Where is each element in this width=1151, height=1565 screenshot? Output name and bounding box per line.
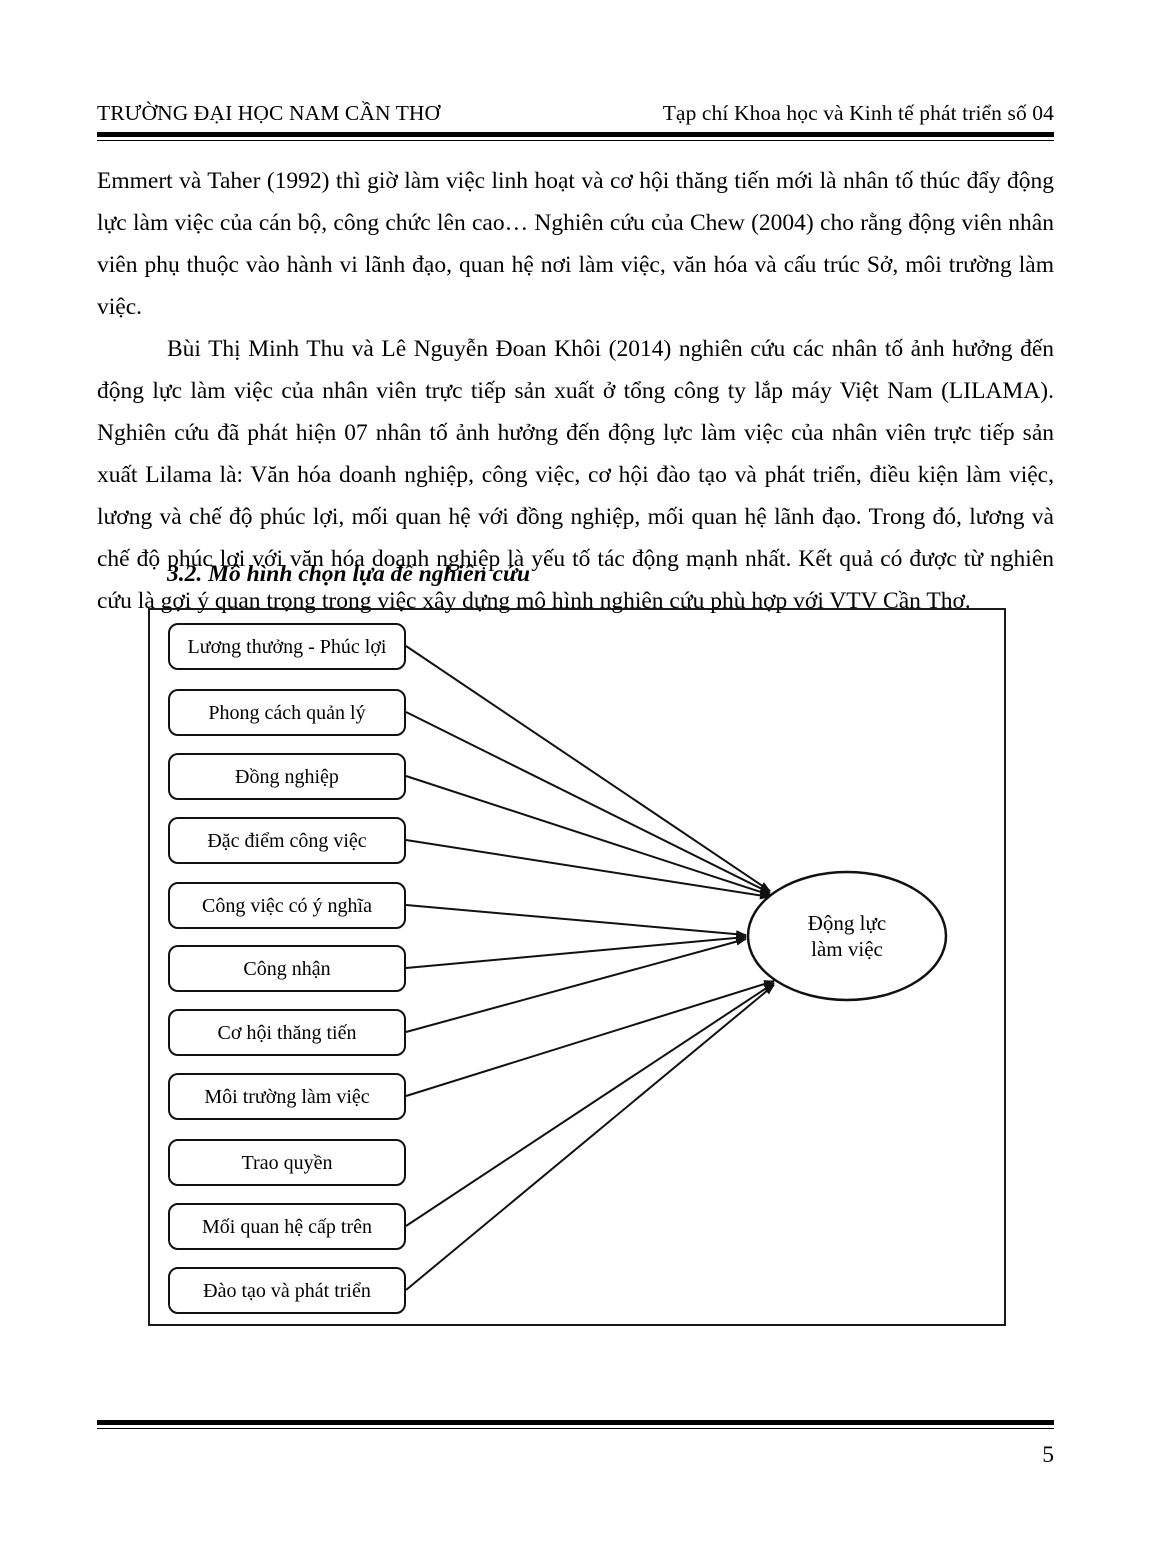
- factor-box-8[interactable]: Môi trường làm việc: [168, 1073, 406, 1120]
- arrow-from-factor-3: [405, 775, 771, 896]
- factor-label-3: Đồng nghiệp: [235, 765, 339, 788]
- factor-box-7[interactable]: Cơ hội thăng tiến: [168, 1009, 406, 1056]
- footer-rule-thick: [97, 1420, 1054, 1425]
- factor-box-4[interactable]: Đặc điểm công việc: [168, 817, 406, 864]
- arrow-from-factor-8: [405, 980, 775, 1097]
- header-rule-thin: [97, 140, 1054, 141]
- factor-label-11: Đào tạo và phát triển: [203, 1279, 371, 1302]
- running-header: TRƯỜNG ĐẠI HỌC NAM CẦN THƠ Tạp chí Khoa …: [97, 101, 1054, 126]
- target-label-line-1: Động lực: [807, 910, 887, 935]
- target-ellipse-label: Động lực làm việc: [748, 872, 946, 1000]
- header-rule: [97, 132, 1054, 141]
- footer-rule-thin: [97, 1428, 1054, 1429]
- factor-label-9: Trao quyền: [241, 1151, 333, 1174]
- arrow-from-factor-5: [405, 904, 747, 939]
- factor-label-8: Môi trường làm việc: [204, 1085, 370, 1108]
- document-page: TRƯỜNG ĐẠI HỌC NAM CẦN THƠ Tạp chí Khoa …: [0, 0, 1151, 1565]
- factor-label-5: Công việc có ý nghĩa: [202, 894, 372, 917]
- factor-label-1: Lương thưởng - Phúc lợi: [187, 635, 387, 658]
- arrow-from-factor-1: [405, 645, 771, 892]
- header-institution: TRƯỜNG ĐẠI HỌC NAM CẦN THƠ: [97, 101, 441, 125]
- arrow-from-factor-4: [405, 839, 771, 900]
- section-heading: 3.2. Mô hình chọn lựa để nghiên cứu: [167, 561, 531, 587]
- research-model-diagram: Lương thưởng - Phúc lợi Phong cách quản …: [148, 608, 1006, 1326]
- factor-box-11[interactable]: Đào tạo và phát triển: [168, 1267, 406, 1314]
- factor-label-7: Cơ hội thăng tiến: [217, 1021, 357, 1044]
- factor-box-2[interactable]: Phong cách quản lý: [168, 689, 406, 736]
- arrow-from-factor-10: [405, 982, 775, 1227]
- factor-label-4: Đặc điểm công việc: [207, 829, 367, 852]
- header-rule-thick: [97, 132, 1054, 137]
- body-text: Emmert và Taher (1992) thì giờ làm việc …: [97, 160, 1054, 622]
- arrow-from-factor-11: [405, 984, 775, 1291]
- arrow-from-factor-2: [405, 711, 771, 894]
- arrow-group: [405, 645, 775, 1291]
- factor-box-9[interactable]: Trao quyền: [168, 1139, 406, 1186]
- paragraph-1: Emmert và Taher (1992) thì giờ làm việc …: [97, 168, 1054, 320]
- header-journal: Tạp chí Khoa học và Kinh tế phát triển s…: [662, 101, 1054, 125]
- factor-box-6[interactable]: Công nhận: [168, 945, 406, 992]
- factor-box-3[interactable]: Đồng nghiệp: [168, 753, 406, 800]
- footer-rule: [97, 1420, 1054, 1429]
- factor-box-1[interactable]: Lương thưởng - Phúc lợi: [168, 623, 406, 670]
- factor-label-10: Mối quan hệ cấp trên: [202, 1215, 372, 1238]
- factor-label-6: Công nhận: [243, 957, 331, 980]
- page-number: 5: [1042, 1442, 1054, 1468]
- factor-label-2: Phong cách quản lý: [208, 701, 366, 724]
- target-label-line-2: làm việc: [811, 937, 883, 961]
- factor-box-10[interactable]: Mối quan hệ cấp trên: [168, 1203, 406, 1250]
- factor-box-5[interactable]: Công việc có ý nghĩa: [168, 882, 406, 929]
